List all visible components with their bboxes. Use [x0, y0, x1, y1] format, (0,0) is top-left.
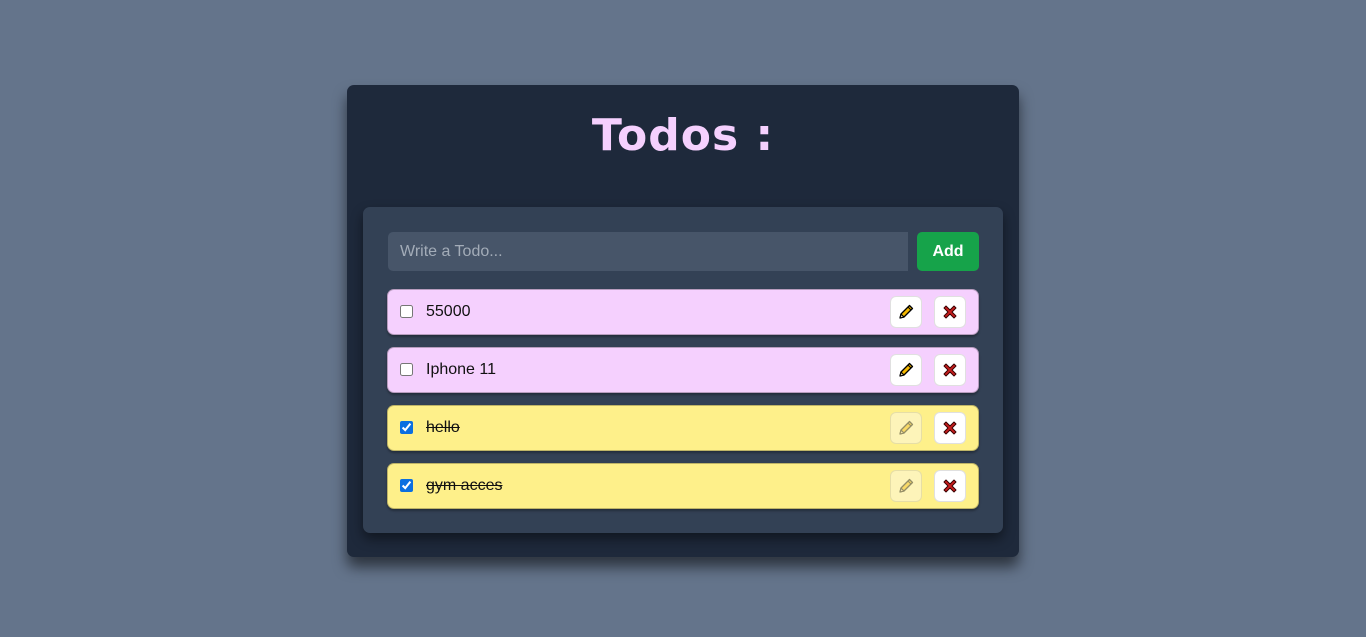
pencil-icon — [899, 420, 914, 435]
todo-item: 55000 — [387, 289, 979, 335]
todo-checkbox[interactable] — [400, 363, 413, 376]
todo-text: Iphone 11 — [426, 361, 496, 378]
todo-checkbox[interactable] — [400, 479, 413, 492]
delete-button[interactable] — [934, 412, 966, 444]
page-title: Todos : — [591, 110, 775, 161]
todo-input[interactable] — [388, 232, 908, 271]
edit-button[interactable] — [890, 470, 922, 502]
close-icon — [943, 305, 957, 319]
todo-text: gym acces — [426, 477, 503, 494]
delete-button[interactable] — [934, 354, 966, 386]
close-icon — [943, 479, 957, 493]
delete-button[interactable] — [934, 470, 966, 502]
todo-card: Todos : Add 55000 — [347, 85, 1019, 557]
edit-button[interactable] — [890, 296, 922, 328]
todo-checkbox[interactable] — [400, 305, 413, 318]
add-button[interactable]: Add — [917, 232, 979, 271]
close-icon — [943, 363, 957, 377]
todo-panel: Add 55000 — [363, 207, 1003, 533]
todo-item: hello — [387, 405, 979, 451]
todo-item: gym acces — [387, 463, 979, 509]
todo-text: hello — [426, 419, 460, 436]
close-icon — [943, 421, 957, 435]
todo-item: Iphone 11 — [387, 347, 979, 393]
edit-button[interactable] — [890, 354, 922, 386]
todo-list: 55000 Iphone 11 hello gym acces — [387, 289, 979, 521]
todo-text: 55000 — [426, 303, 471, 320]
pencil-icon — [899, 304, 914, 319]
pencil-icon — [899, 362, 914, 377]
pencil-icon — [899, 478, 914, 493]
delete-button[interactable] — [934, 296, 966, 328]
edit-button[interactable] — [890, 412, 922, 444]
todo-checkbox[interactable] — [400, 421, 413, 434]
